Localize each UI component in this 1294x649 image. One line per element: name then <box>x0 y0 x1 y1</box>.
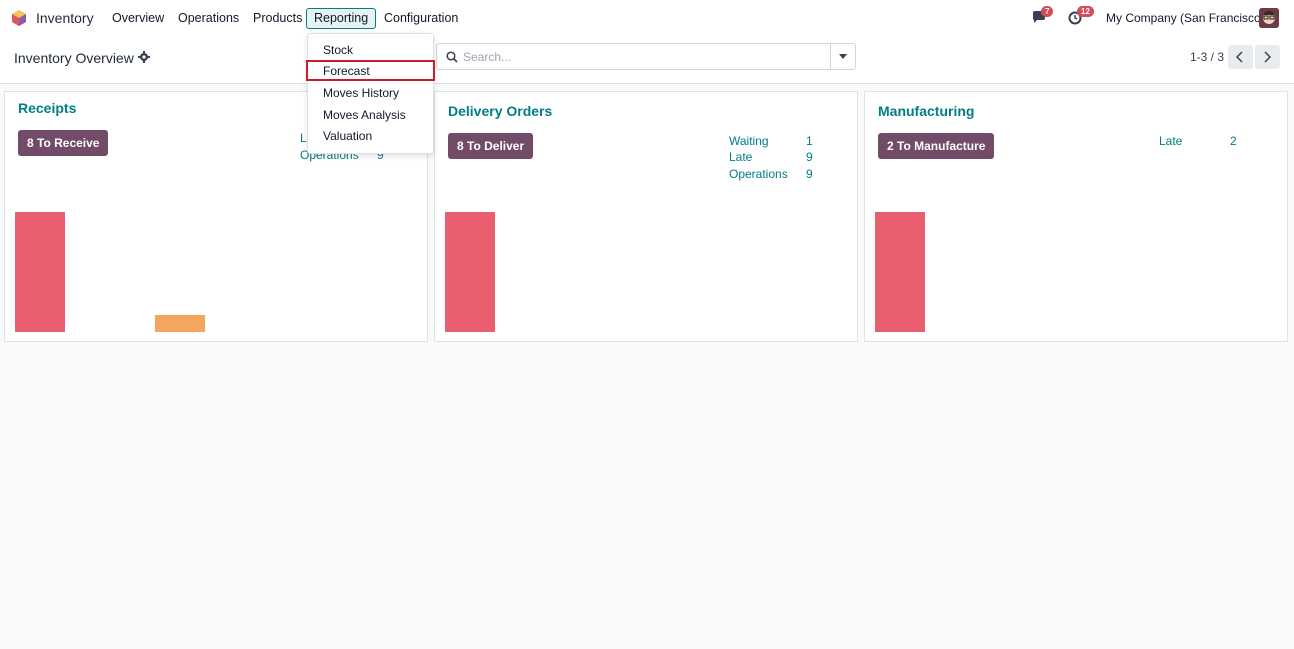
menu-overview[interactable]: Overview <box>104 8 172 29</box>
stat-waiting-label[interactable]: Waiting <box>729 134 769 148</box>
graph-bar-late[interactable] <box>15 212 65 332</box>
gear-icon[interactable] <box>138 51 150 63</box>
graph-bar-future[interactable] <box>155 315 205 332</box>
menu-products[interactable]: Products <box>245 8 310 29</box>
menu-item-moves-history[interactable]: Moves History <box>308 84 433 105</box>
menu-item-forecast[interactable]: Forecast <box>306 60 435 81</box>
user-avatar-image <box>1259 8 1279 28</box>
graph-bar-late[interactable] <box>445 212 495 332</box>
search-bar <box>436 43 856 70</box>
user-avatar[interactable] <box>1259 8 1279 28</box>
stat-late-label[interactable]: Late <box>729 150 752 164</box>
pager-previous-button[interactable] <box>1228 45 1253 69</box>
inventory-app-icon[interactable] <box>10 9 28 27</box>
to-receive-button[interactable]: 8 To Receive <box>18 130 109 156</box>
page-title: Inventory Overview <box>14 50 134 66</box>
stat-operations-label[interactable]: Operations <box>729 167 788 181</box>
chevron-left-icon <box>1236 51 1243 63</box>
to-manufacture-button[interactable]: 2 To Manufacture <box>878 133 995 159</box>
delivery-orders-title[interactable]: Delivery Orders <box>448 103 552 119</box>
pager-next-button[interactable] <box>1255 45 1280 69</box>
search-options-toggle[interactable] <box>830 44 855 69</box>
stat-late-value[interactable]: 9 <box>806 150 813 164</box>
stat-late-label[interactable]: Late <box>1159 134 1182 148</box>
company-switcher[interactable]: My Company (San Francisco) <box>1106 11 1265 25</box>
menu-item-moves-analysis[interactable]: Moves Analysis <box>308 106 433 127</box>
to-deliver-button[interactable]: 8 To Deliver <box>448 133 534 159</box>
stat-late-value[interactable]: 2 <box>1230 134 1237 148</box>
menu-item-valuation[interactable]: Valuation <box>308 127 433 148</box>
activities-badge: 12 <box>1077 6 1094 17</box>
app-name[interactable]: Inventory <box>36 10 94 26</box>
reporting-dropdown-menu: Stock Forecast Moves History Moves Analy… <box>306 33 435 154</box>
manufacturing-card: Manufacturing 2 To Manufacture Late 2 <box>864 91 1288 342</box>
menu-configuration[interactable]: Configuration <box>376 8 466 29</box>
main-navbar: Inventory Overview Operations Products R… <box>0 0 1294 36</box>
pager-value[interactable]: 1-3 / 3 <box>1190 50 1224 64</box>
stat-operations-value[interactable]: 9 <box>806 167 813 181</box>
chevron-right-icon <box>1264 51 1271 63</box>
menu-item-stock[interactable]: Stock <box>308 41 433 62</box>
graph-bar-late[interactable] <box>875 212 925 332</box>
menu-reporting[interactable]: Reporting <box>306 8 377 29</box>
activities-button[interactable]: 12 <box>1068 6 1094 27</box>
manufacturing-title[interactable]: Manufacturing <box>878 103 974 119</box>
messages-button[interactable]: 7 <box>1032 6 1054 27</box>
menu-operations[interactable]: Operations <box>170 8 247 29</box>
messages-badge: 7 <box>1041 6 1054 17</box>
stat-waiting-value[interactable]: 1 <box>806 134 813 148</box>
delivery-orders-card: Delivery Orders 8 To Deliver Waiting 1 L… <box>434 91 858 342</box>
receipts-title[interactable]: Receipts <box>18 100 76 116</box>
search-input[interactable] <box>463 48 823 66</box>
search-icon <box>446 51 458 63</box>
control-panel: Inventory Overview 1-3 / 3 <box>0 36 1294 84</box>
